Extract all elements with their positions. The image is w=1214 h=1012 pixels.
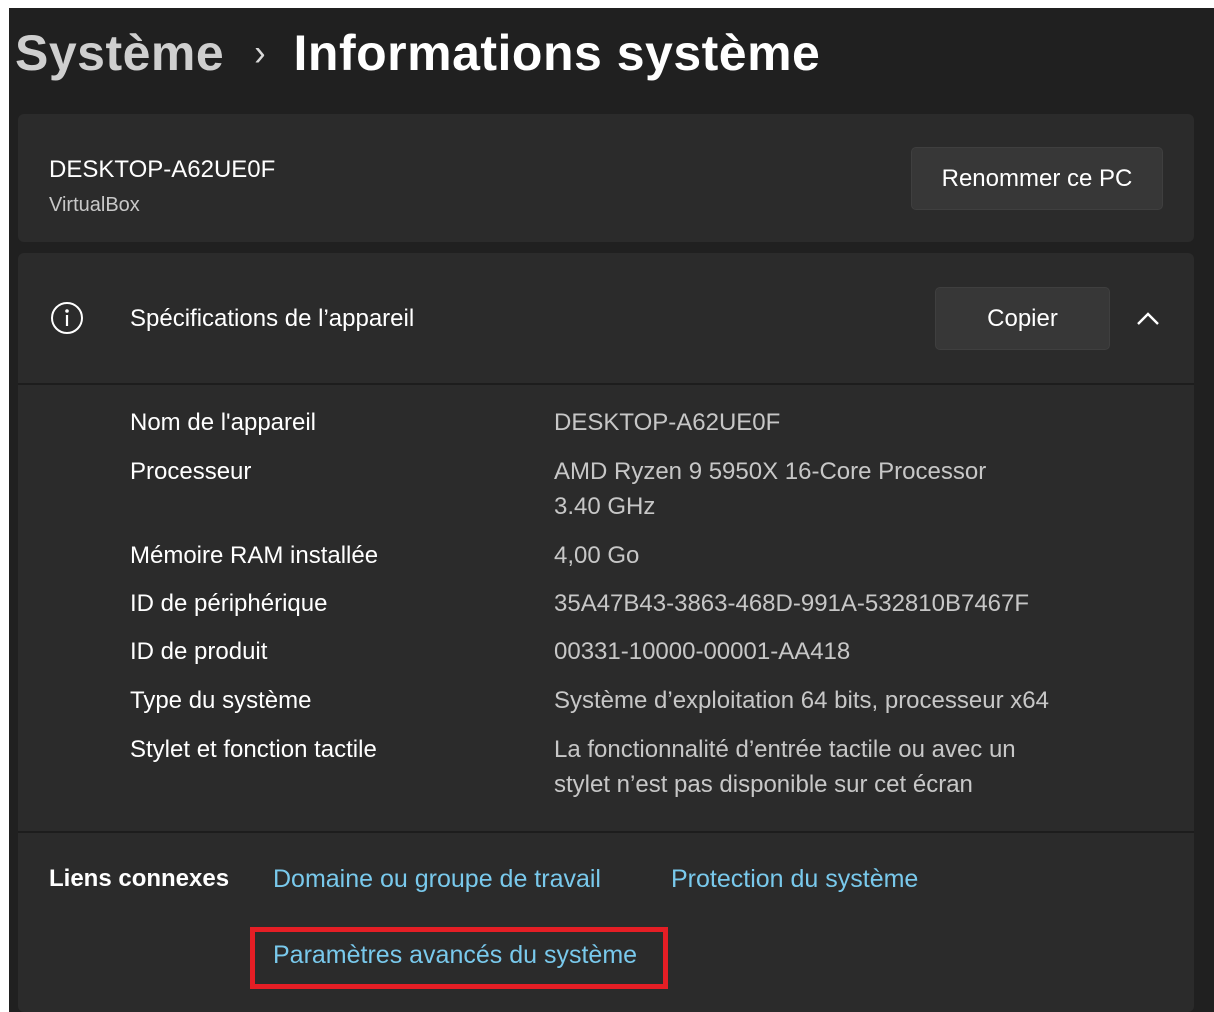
spec-value-line: stylet n’est pas disponible sur cet écra… — [554, 771, 973, 798]
highlight-box — [250, 927, 668, 989]
spec-label: Processeur — [130, 458, 252, 485]
system-protection-link[interactable]: Protection du système — [671, 865, 918, 894]
settings-window: Système › Informations système DESKTOP-A… — [9, 8, 1214, 1012]
divider — [18, 383, 1194, 385]
spec-label: Type du système — [130, 687, 312, 714]
breadcrumb-parent[interactable]: Système — [15, 24, 224, 82]
spec-value: 35A47B43-3863-468D-991A-532810B7467F — [554, 590, 1030, 617]
rename-pc-button[interactable]: Renommer ce PC — [911, 147, 1163, 210]
chevron-up-icon[interactable] — [1133, 307, 1163, 331]
spec-value-line: AMD Ryzen 9 5950X 16-Core Processor — [554, 458, 987, 485]
device-specifications-title: Spécifications de l’appareil — [130, 305, 415, 332]
domain-workgroup-link[interactable]: Domaine ou groupe de travail — [273, 865, 601, 894]
spec-value: La fonctionnalité d’entrée tactile ou av… — [554, 732, 1174, 802]
pc-model: VirtualBox — [49, 194, 140, 216]
info-icon — [51, 302, 83, 334]
spec-label: ID de produit — [130, 638, 268, 665]
page-title: Informations système — [293, 25, 821, 81]
related-links-label: Liens connexes — [49, 865, 230, 892]
copy-button[interactable]: Copier — [935, 287, 1110, 350]
pc-name-card: DESKTOP-A62UE0F VirtualBox Renommer ce P… — [18, 114, 1194, 242]
spec-value: AMD Ryzen 9 5950X 16-Core Processor 3.40… — [554, 454, 1174, 524]
spec-value: Système d’exploitation 64 bits, processe… — [554, 687, 1049, 714]
spec-label: Nom de l'appareil — [130, 409, 317, 436]
breadcrumb-separator-icon: › — [254, 31, 266, 74]
spec-value-line: La fonctionnalité d’entrée tactile ou av… — [554, 736, 1016, 763]
spec-value: DESKTOP-A62UE0F — [554, 409, 781, 436]
spec-value: 00331-10000-00001-AA418 — [554, 638, 851, 665]
spec-value: 4,00 Go — [554, 542, 640, 569]
device-specifications-header[interactable]: Spécifications de l’appareil Copier — [18, 253, 1194, 383]
spec-value-line: 3.40 GHz — [554, 493, 656, 520]
spec-label: ID de périphérique — [130, 590, 328, 617]
breadcrumb: Système › Informations système — [15, 18, 820, 88]
device-specifications-card: Spécifications de l’appareil Copier Nom … — [18, 253, 1194, 1012]
spec-label: Stylet et fonction tactile — [130, 736, 377, 763]
spec-label: Mémoire RAM installée — [130, 542, 379, 569]
pc-name: DESKTOP-A62UE0F — [49, 156, 276, 183]
divider — [18, 831, 1194, 833]
